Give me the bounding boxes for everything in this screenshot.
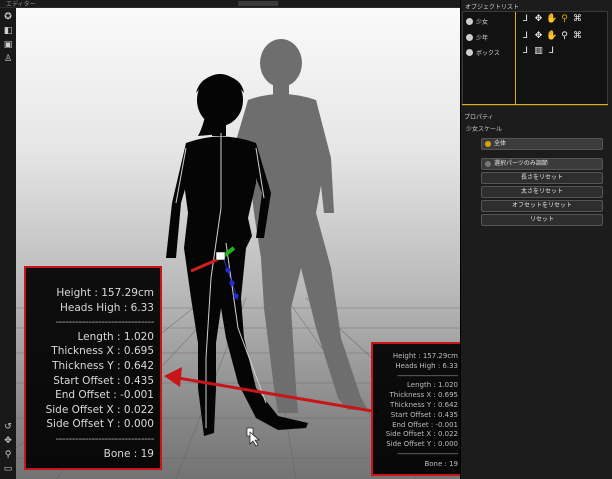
heads-high-value: Heads High : 6.33 xyxy=(395,361,458,370)
thickness-x-value: Thickness X : 0.695 xyxy=(389,391,458,400)
zoom-icon[interactable]: ⚲ xyxy=(3,450,13,460)
hand-icon[interactable]: ✋ xyxy=(546,31,557,42)
thickness-y-value: Thickness Y : 0.642 xyxy=(390,400,458,409)
section-title: 少女スケール xyxy=(466,126,503,133)
radio-indicator xyxy=(485,161,491,167)
bone-icon[interactable]: ⅃ xyxy=(546,46,557,57)
bone-icon[interactable]: ⅃ xyxy=(520,46,531,57)
title-bar-handle[interactable] xyxy=(238,1,278,6)
hand-icon[interactable]: ✋ xyxy=(546,14,557,25)
height-value: Height : 157.29cm xyxy=(392,352,458,360)
side-offset-y-value: Side Offset Y : 0.000 xyxy=(46,418,154,431)
figure-icon[interactable]: ♙ xyxy=(3,54,13,64)
end-offset-value: End Offset : -0.001 xyxy=(55,389,154,402)
object-tools-girl: ⅃ ✥ ✋ ⚲ ⌘ xyxy=(520,14,583,26)
rotate-view-icon[interactable]: ✪ xyxy=(3,12,13,22)
bone-number-value: Bone : 19 xyxy=(424,459,458,468)
window-title: エディター xyxy=(6,1,36,8)
reset-length-button[interactable]: 長さをリセット xyxy=(481,172,603,184)
radio-label: 全体 xyxy=(494,140,507,147)
separator: ------------------------------ xyxy=(397,371,458,380)
search-icon[interactable]: ⚲ xyxy=(559,14,570,25)
left-toolbar: ✪ ◧ ▣ ♙ ↺ ✥ ⚲ ▭ xyxy=(0,8,16,479)
search-icon[interactable]: ⚲ xyxy=(559,31,570,42)
object-list-divider xyxy=(515,12,516,105)
thickness-x-value: Thickness X : 0.695 xyxy=(51,345,154,358)
move-icon[interactable]: ✥ xyxy=(533,14,544,25)
reset-button[interactable]: リセット xyxy=(481,214,603,226)
bone-icon[interactable]: ⅃ xyxy=(520,31,531,42)
length-value: Length : 1.020 xyxy=(407,381,458,390)
radio-selected-indicator xyxy=(485,141,491,147)
object-tools-box: ⅃ ▥ ⅃ xyxy=(520,46,557,58)
separator: ------------------------------ xyxy=(55,316,154,329)
undo-icon[interactable]: ↺ xyxy=(3,422,13,432)
mouse-cursor xyxy=(246,427,260,447)
shape-icon[interactable]: ⌘ xyxy=(572,31,583,42)
bone-number-value: Bone : 19 xyxy=(103,447,154,460)
frame-icon[interactable]: ▭ xyxy=(3,464,13,474)
radio-all[interactable]: 全体 xyxy=(481,138,603,150)
object-item-girl[interactable]: 少女 xyxy=(466,16,514,26)
object-tools-boy: ⅃ ✥ ✋ ⚲ ⌘ xyxy=(520,31,583,43)
layers-icon[interactable]: ▣ xyxy=(3,40,13,50)
cube-icon[interactable]: ◧ xyxy=(3,26,13,36)
start-offset-value: Start Offset : 0.435 xyxy=(53,374,154,387)
object-list-title: オブジェクトリスト xyxy=(465,4,520,11)
height-value: Height : 157.29cm xyxy=(56,287,154,299)
reset-thickness-button[interactable]: 太さをリセット xyxy=(481,186,603,198)
radio-selected-parts[interactable]: 選択パーツのみ調節 xyxy=(481,158,603,170)
object-name: ボックス xyxy=(476,49,500,57)
end-offset-value: End Offset : -0.001 xyxy=(392,420,458,429)
object-name: 少女 xyxy=(476,18,489,26)
property-title: プロパティ xyxy=(464,114,494,121)
move-icon[interactable]: ✥ xyxy=(533,31,544,42)
shape-icon[interactable]: ⌘ xyxy=(572,14,583,25)
side-offset-x-value: Side Offset X : 0.022 xyxy=(45,403,154,416)
gear-icon xyxy=(466,48,473,56)
radio-label: 選択パーツのみ調節 xyxy=(494,160,548,167)
book-icon[interactable]: ▥ xyxy=(533,46,544,57)
gear-icon xyxy=(466,17,473,25)
app-window: エディター ✪ ◧ ▣ ♙ ↺ ✥ ⚲ ▭ Height: 157.29cm … xyxy=(0,0,612,479)
move-icon[interactable]: ✥ xyxy=(3,436,13,446)
gear-icon xyxy=(466,33,473,41)
object-item-boy[interactable]: 少年 xyxy=(466,32,514,42)
separator: ------------------------------ xyxy=(55,432,154,445)
object-list-divider xyxy=(462,104,608,105)
separator: ------------------------------ xyxy=(397,449,458,458)
side-offset-y-value: Side Offset Y : 0.000 xyxy=(386,440,458,449)
heads-high-value: Heads High : 6.33 xyxy=(60,301,154,314)
thickness-y-value: Thickness Y : 0.642 xyxy=(52,359,154,372)
length-value: Length : 1.020 xyxy=(77,330,155,343)
object-item-box[interactable]: ボックス xyxy=(466,47,514,57)
reset-offset-button[interactable]: オフセットをリセット xyxy=(481,200,603,212)
bone-info-small: Height : 157.29cm Heads High : 6.33 ----… xyxy=(371,342,465,476)
bone-icon[interactable]: ⅃ xyxy=(520,14,531,25)
side-offset-x-value: Side Offset X : 0.022 xyxy=(385,430,458,439)
start-offset-value: Start Offset : 0.435 xyxy=(390,410,458,419)
bone-info-large: Height : 157.29cm Heads High : 6.33 ----… xyxy=(24,266,162,470)
object-name: 少年 xyxy=(476,34,489,42)
